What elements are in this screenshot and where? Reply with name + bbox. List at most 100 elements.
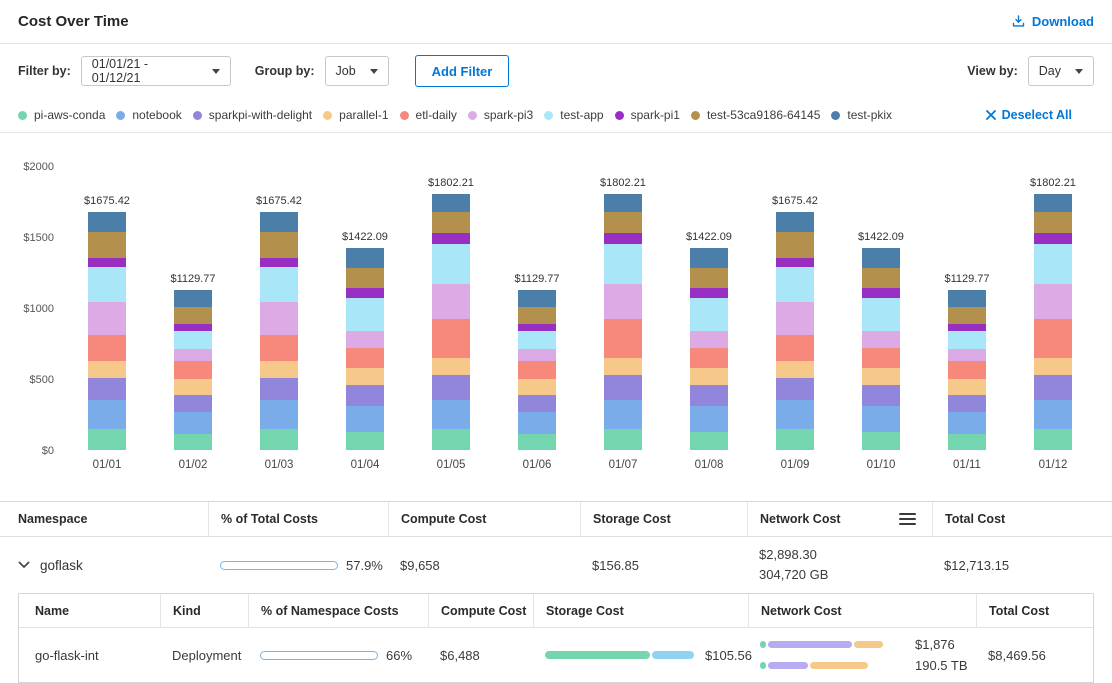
bar-segment-test-53ca9186-64145[interactable] <box>174 307 212 324</box>
legend-item-test-app[interactable]: test-app <box>544 108 603 122</box>
bar-segment-spark-pi3[interactable] <box>432 284 470 320</box>
bar-segment-etl-daily[interactable] <box>88 335 126 361</box>
legend-item-notebook[interactable]: notebook <box>116 108 181 122</box>
legend-item-test-53ca9186-64145[interactable]: test-53ca9186-64145 <box>691 108 820 122</box>
download-button[interactable]: Download <box>1011 14 1094 29</box>
bar-segment-spark-pi3[interactable] <box>260 302 298 335</box>
bar-segment-spark-pi3[interactable] <box>1034 284 1072 320</box>
legend-item-pi-aws-conda[interactable]: pi-aws-conda <box>18 108 105 122</box>
bar-segment-test-53ca9186-64145[interactable] <box>346 268 384 288</box>
stacked-bar-01/09[interactable] <box>776 212 814 450</box>
bar-segment-etl-daily[interactable] <box>948 361 986 379</box>
deselect-all-button[interactable]: Deselect All <box>986 108 1072 122</box>
bar-segment-pi-aws-conda[interactable] <box>260 429 298 450</box>
bar-segment-test-app[interactable] <box>604 244 642 284</box>
bar-segment-test-app[interactable] <box>862 298 900 331</box>
bar-segment-etl-daily[interactable] <box>1034 319 1072 357</box>
bar-segment-test-pkix[interactable] <box>1034 194 1072 211</box>
bar-segment-notebook[interactable] <box>88 400 126 428</box>
bar-segment-pi-aws-conda[interactable] <box>518 434 556 450</box>
bar-segment-spark-pi3[interactable] <box>518 349 556 360</box>
bar-segment-test-pkix[interactable] <box>346 248 384 268</box>
bar-segment-test-53ca9186-64145[interactable] <box>690 268 728 288</box>
bar-segment-parallel-1[interactable] <box>260 361 298 378</box>
bar-segment-test-app[interactable] <box>948 331 986 349</box>
bar-segment-spark-pi3[interactable] <box>174 349 212 360</box>
bar-segment-test-pkix[interactable] <box>604 194 642 211</box>
stacked-bar-01/03[interactable] <box>260 212 298 450</box>
bar-segment-test-pkix[interactable] <box>948 290 986 308</box>
bar-segment-notebook[interactable] <box>948 412 986 435</box>
legend-item-test-pkix[interactable]: test-pkix <box>831 108 892 122</box>
bar-segment-test-pkix[interactable] <box>862 248 900 268</box>
bar-segment-spark-pi1[interactable] <box>1034 233 1072 244</box>
bar-segment-test-53ca9186-64145[interactable] <box>88 232 126 258</box>
bar-segment-test-pkix[interactable] <box>174 290 212 308</box>
column-settings-icon[interactable] <box>899 513 916 525</box>
bar-segment-notebook[interactable] <box>432 400 470 428</box>
bar-segment-test-app[interactable] <box>518 331 556 349</box>
bar-segment-test-app[interactable] <box>174 331 212 349</box>
bar-segment-sparkpi-with-delight[interactable] <box>346 385 384 406</box>
bar-segment-pi-aws-conda[interactable] <box>174 434 212 450</box>
stacked-bar-01/07[interactable] <box>604 194 642 450</box>
bar-segment-parallel-1[interactable] <box>948 379 986 395</box>
legend-item-spark-pi3[interactable]: spark-pi3 <box>468 108 533 122</box>
bar-segment-etl-daily[interactable] <box>604 319 642 357</box>
bar-segment-sparkpi-with-delight[interactable] <box>260 378 298 401</box>
bar-segment-etl-daily[interactable] <box>432 319 470 357</box>
bar-segment-test-app[interactable] <box>1034 244 1072 284</box>
bar-segment-notebook[interactable] <box>776 400 814 428</box>
bar-segment-parallel-1[interactable] <box>1034 358 1072 375</box>
bar-segment-parallel-1[interactable] <box>174 379 212 395</box>
bar-segment-spark-pi3[interactable] <box>862 331 900 348</box>
bar-segment-notebook[interactable] <box>260 400 298 428</box>
bar-segment-test-app[interactable] <box>260 267 298 303</box>
bar-segment-sparkpi-with-delight[interactable] <box>862 385 900 406</box>
stacked-bar-01/11[interactable] <box>948 290 986 450</box>
bar-segment-spark-pi3[interactable] <box>604 284 642 320</box>
bar-segment-test-53ca9186-64145[interactable] <box>948 307 986 324</box>
stacked-bar-01/10[interactable] <box>862 248 900 450</box>
bar-segment-parallel-1[interactable] <box>432 358 470 375</box>
bar-segment-test-53ca9186-64145[interactable] <box>776 232 814 258</box>
bar-segment-spark-pi1[interactable] <box>604 233 642 244</box>
bar-segment-pi-aws-conda[interactable] <box>88 429 126 450</box>
bar-segment-sparkpi-with-delight[interactable] <box>174 395 212 412</box>
bar-segment-sparkpi-with-delight[interactable] <box>432 375 470 401</box>
bar-segment-spark-pi1[interactable] <box>776 258 814 267</box>
stacked-bar-01/05[interactable] <box>432 194 470 450</box>
bar-segment-etl-daily[interactable] <box>346 348 384 368</box>
legend-item-etl-daily[interactable]: etl-daily <box>400 108 457 122</box>
stacked-bar-01/01[interactable] <box>88 212 126 450</box>
bar-segment-etl-daily[interactable] <box>518 361 556 379</box>
bar-segment-test-app[interactable] <box>88 267 126 303</box>
bar-segment-parallel-1[interactable] <box>88 361 126 378</box>
bar-segment-spark-pi3[interactable] <box>346 331 384 348</box>
bar-segment-notebook[interactable] <box>862 406 900 432</box>
bar-segment-pi-aws-conda[interactable] <box>948 434 986 450</box>
bar-segment-parallel-1[interactable] <box>690 368 728 385</box>
chevron-down-icon[interactable] <box>18 561 30 569</box>
bar-segment-test-53ca9186-64145[interactable] <box>260 232 298 258</box>
bar-segment-notebook[interactable] <box>604 400 642 428</box>
bar-segment-etl-daily[interactable] <box>776 335 814 361</box>
bar-segment-test-app[interactable] <box>776 267 814 303</box>
bar-segment-sparkpi-with-delight[interactable] <box>690 385 728 406</box>
bar-segment-parallel-1[interactable] <box>604 358 642 375</box>
bar-segment-test-53ca9186-64145[interactable] <box>862 268 900 288</box>
legend-item-spark-pi1[interactable]: spark-pi1 <box>615 108 680 122</box>
bar-segment-pi-aws-conda[interactable] <box>690 432 728 450</box>
bar-segment-pi-aws-conda[interactable] <box>862 432 900 450</box>
group-by-select[interactable]: Job <box>325 56 389 86</box>
bar-segment-spark-pi1[interactable] <box>346 288 384 298</box>
bar-segment-notebook[interactable] <box>1034 400 1072 428</box>
stacked-bar-01/08[interactable] <box>690 248 728 450</box>
bar-segment-notebook[interactable] <box>518 412 556 435</box>
bar-segment-sparkpi-with-delight[interactable] <box>948 395 986 412</box>
bar-segment-notebook[interactable] <box>174 412 212 435</box>
bar-segment-test-pkix[interactable] <box>518 290 556 308</box>
bar-segment-test-53ca9186-64145[interactable] <box>518 307 556 324</box>
bar-segment-pi-aws-conda[interactable] <box>1034 429 1072 450</box>
bar-segment-spark-pi1[interactable] <box>862 288 900 298</box>
